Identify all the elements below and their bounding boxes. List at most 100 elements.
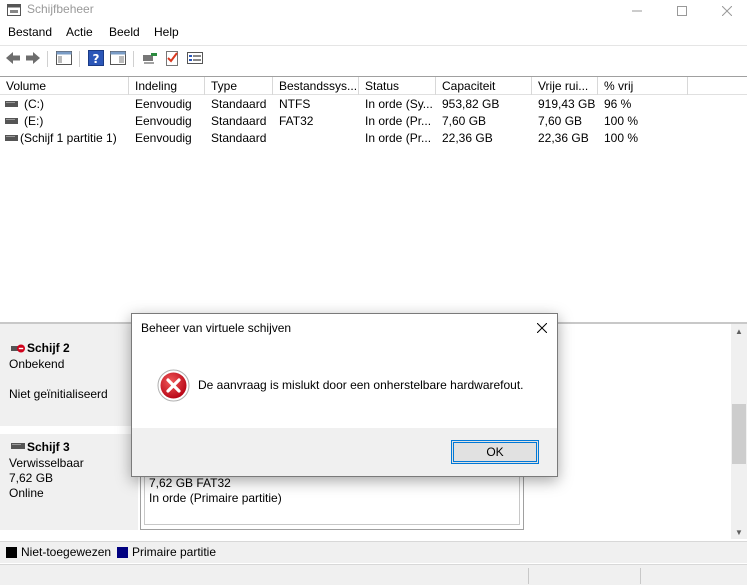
disk-management-window: Schijfbeheer Bestand Actie Beeld Help ? …	[0, 0, 747, 585]
disk-pane-scrollbar[interactable]: ▲ ▼	[731, 324, 747, 539]
cell-status: In orde (Sy...	[365, 97, 433, 111]
partition-size-fs: 7,62 GB FAT32	[149, 476, 231, 490]
legend-swatch-primary	[117, 547, 128, 558]
cell-capaciteit: 7,60 GB	[442, 114, 487, 128]
forward-arrow-icon[interactable]	[24, 49, 42, 67]
dialog-title: Beheer van virtuele schijven	[141, 321, 292, 335]
close-button[interactable]	[704, 0, 747, 22]
disk-3-size: 7,62 GB	[9, 471, 54, 485]
scroll-thumb[interactable]	[732, 404, 746, 464]
disk-3-type: Verwisselbaar	[9, 456, 84, 470]
cell-status: In orde (Pr...	[365, 114, 432, 128]
column-bestandssysteem[interactable]: Bestandssys...	[273, 77, 359, 95]
minimize-button[interactable]	[614, 0, 660, 22]
toolbar: ?	[0, 45, 747, 72]
table-row[interactable]: (Schijf 1 partitie 1) Eenvoudig Standaar…	[0, 130, 747, 147]
properties-pane-icon[interactable]	[109, 49, 127, 67]
table-row[interactable]: (E:) Eenvoudig Standaard FAT32 In orde (…	[0, 113, 747, 130]
maximize-icon	[677, 6, 687, 16]
svg-text:?: ?	[93, 52, 100, 66]
list-view-icon[interactable]	[186, 49, 204, 67]
menu-actie[interactable]: Actie	[66, 25, 93, 40]
cell-indeling: Eenvoudig	[135, 131, 192, 145]
table-row[interactable]: (C:) Eenvoudig Standaard NTFS In orde (S…	[0, 96, 747, 113]
cell-procent-vrij: 100 %	[604, 114, 639, 128]
cell-capaciteit: 953,82 GB	[442, 97, 500, 111]
drive-icon	[5, 101, 18, 107]
help-icon[interactable]: ?	[87, 49, 105, 67]
window-title: Schijfbeheer	[27, 2, 94, 16]
dialog-close-button[interactable]	[528, 316, 556, 340]
scroll-down-icon[interactable]: ▼	[731, 525, 747, 539]
column-status[interactable]: Status	[359, 77, 436, 95]
disk-3-label[interactable]: Schijf 3 Verwisselbaar 7,62 GB Online	[0, 434, 138, 530]
toolbar-separator	[133, 51, 134, 67]
checklist-icon[interactable]	[163, 49, 181, 67]
column-volume[interactable]: Volume	[0, 77, 129, 95]
legend: Niet-toegewezen Primaire partitie	[0, 541, 747, 563]
disk-3-name: Schijf 3	[27, 440, 70, 454]
drive-icon	[5, 118, 18, 124]
cell-volume: (E:)	[24, 114, 44, 128]
disk-2-label[interactable]: Schijf 2 Onbekend Niet geïnitialiseerd	[0, 324, 138, 426]
scroll-up-icon[interactable]: ▲	[731, 324, 747, 338]
error-icon	[157, 369, 190, 402]
cell-status: In orde (Pr...	[365, 131, 432, 145]
close-icon	[722, 6, 732, 16]
status-separator	[640, 568, 641, 584]
status-bar	[0, 564, 747, 585]
cell-vrije-ruimte: 919,43 GB	[538, 97, 596, 111]
error-dialog: Beheer van virtuele schijven De aanvraag…	[131, 313, 558, 477]
cell-capaciteit: 22,36 GB	[442, 131, 493, 145]
minimize-icon	[632, 10, 642, 12]
disk-error-icon	[11, 344, 25, 353]
disk-3-status: Online	[9, 486, 44, 500]
cell-bestandssysteem: NTFS	[279, 97, 311, 111]
cell-bestandssysteem: FAT32	[279, 114, 314, 128]
title-bar: Schijfbeheer	[0, 0, 747, 22]
list-header: Volume Indeling Type Bestandssys... Stat…	[0, 77, 747, 95]
menu-beeld[interactable]: Beeld	[109, 25, 140, 40]
partition-status: In orde (Primaire partitie)	[149, 491, 282, 505]
cell-procent-vrij: 96 %	[604, 97, 632, 111]
dialog-message: De aanvraag is mislukt door een onherste…	[198, 378, 524, 392]
cell-volume: (C:)	[24, 97, 44, 111]
column-indeling[interactable]: Indeling	[129, 77, 205, 95]
back-arrow-icon[interactable]	[4, 49, 22, 67]
menu-bestand[interactable]: Bestand	[8, 25, 52, 40]
menu-help[interactable]: Help	[154, 25, 179, 40]
disk-management-icon	[7, 4, 21, 16]
cell-type: Standaard	[211, 114, 267, 128]
cell-type: Standaard	[211, 131, 267, 145]
column-procent-vrij[interactable]: % vrij	[598, 77, 688, 95]
cell-vrije-ruimte: 22,36 GB	[538, 131, 589, 145]
dialog-footer: OK	[132, 428, 557, 476]
removable-disk-icon	[11, 443, 25, 449]
cell-indeling: Eenvoudig	[135, 114, 192, 128]
menu-bar: Bestand Actie Beeld Help	[0, 22, 747, 43]
maximize-button[interactable]	[659, 0, 705, 22]
column-type[interactable]: Type	[205, 77, 273, 95]
column-capaciteit[interactable]: Capaciteit	[436, 77, 532, 95]
cell-volume: (Schijf 1 partitie 1)	[20, 131, 117, 145]
legend-swatch-unallocated	[6, 547, 17, 558]
legend-label-unallocated: Niet-toegewezen	[21, 545, 112, 559]
disk-2-name: Schijf 2	[27, 341, 70, 355]
disk-2-type: Onbekend	[9, 357, 65, 371]
volume-list: Volume Indeling Type Bestandssys... Stat…	[0, 76, 747, 321]
legend-label-primary: Primaire partitie	[132, 545, 217, 559]
disk-2-status: Niet geïnitialiseerd	[9, 387, 108, 401]
console-tree-icon[interactable]	[55, 49, 73, 67]
drive-icon	[5, 135, 18, 141]
column-vrije-ruimte[interactable]: Vrije rui...	[532, 77, 598, 95]
cell-indeling: Eenvoudig	[135, 97, 192, 111]
cell-vrije-ruimte: 7,60 GB	[538, 114, 583, 128]
connect-icon[interactable]	[141, 49, 159, 67]
close-icon	[537, 323, 547, 333]
toolbar-separator	[47, 51, 48, 67]
status-separator	[528, 568, 529, 584]
ok-button[interactable]: OK	[451, 440, 539, 464]
cell-type: Standaard	[211, 97, 267, 111]
toolbar-separator	[79, 51, 80, 67]
cell-procent-vrij: 100 %	[604, 131, 639, 145]
